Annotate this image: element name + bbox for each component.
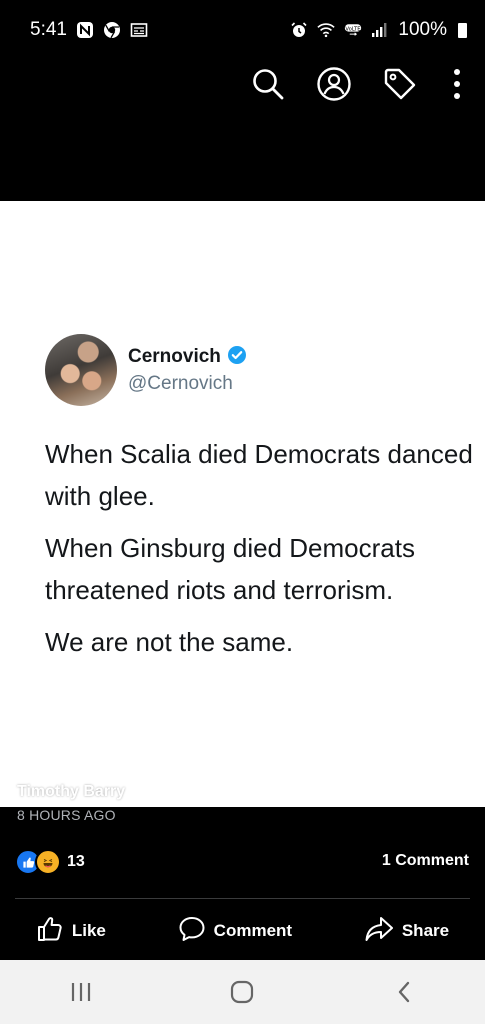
post-author-name[interactable]: Timothy Barry bbox=[17, 783, 125, 801]
tweet-body: When Scalia died Democrats danced with g… bbox=[45, 433, 475, 673]
reaction-count: 13 bbox=[67, 853, 85, 870]
status-bar: 5:41 VoLTE 100% bbox=[0, 0, 485, 60]
reactions-summary[interactable]: 13 bbox=[15, 849, 85, 875]
tweet-name-row: Cernovich bbox=[128, 345, 247, 370]
volte-icon: VoLTE bbox=[344, 21, 362, 39]
post-timestamp: 8 HOURS AGO bbox=[17, 807, 116, 823]
comment-label: Comment bbox=[213, 921, 293, 940]
alarm-icon bbox=[290, 21, 308, 39]
comment-bubble-icon bbox=[178, 915, 206, 948]
news-icon bbox=[130, 21, 148, 39]
tweet-header: Cernovich @Cernovich bbox=[45, 334, 247, 406]
home-icon[interactable] bbox=[212, 967, 272, 1017]
status-left: 5:41 bbox=[30, 19, 148, 41]
share-arrow-icon bbox=[364, 915, 394, 948]
profile-icon[interactable] bbox=[315, 65, 353, 103]
wifi-icon bbox=[317, 21, 336, 39]
share-label: Share bbox=[401, 921, 450, 940]
tweet-line: When Scalia died Democrats danced with g… bbox=[45, 439, 473, 511]
tweet-display-name: Cernovich bbox=[128, 345, 221, 367]
post-action-row: Like Comment Share bbox=[0, 912, 485, 950]
signal-icon bbox=[371, 21, 389, 39]
tag-icon[interactable] bbox=[381, 65, 419, 103]
post-photo[interactable]: Cernovich @Cernovich When Scalia died De… bbox=[0, 201, 485, 807]
comment-button[interactable]: Comment bbox=[178, 915, 292, 948]
search-icon[interactable] bbox=[249, 65, 287, 103]
status-right: VoLTE 100% bbox=[290, 19, 467, 41]
system-nav-bar bbox=[0, 960, 485, 1024]
photo-actions-bar bbox=[249, 64, 467, 104]
share-button[interactable]: Share bbox=[364, 915, 449, 948]
status-time: 5:41 bbox=[30, 19, 67, 40]
comment-count-link[interactable]: 1 Comment bbox=[382, 852, 469, 870]
chrome-icon bbox=[103, 21, 121, 39]
tweet-names: Cernovich @Cernovich bbox=[128, 345, 247, 396]
thumbs-up-icon bbox=[36, 915, 64, 948]
divider bbox=[15, 898, 470, 899]
svg-text:VoLTE: VoLTE bbox=[346, 26, 362, 32]
tweet-line: When Ginsburg died Democrats threatened … bbox=[45, 533, 415, 605]
more-options-icon[interactable] bbox=[447, 65, 467, 103]
tweet-avatar bbox=[45, 334, 117, 406]
verified-badge-icon bbox=[227, 345, 247, 370]
tweet-handle: @Cernovich bbox=[128, 372, 233, 394]
battery-icon bbox=[458, 22, 467, 38]
n-app-icon bbox=[76, 21, 94, 39]
recent-apps-icon[interactable] bbox=[51, 967, 111, 1017]
tweet-line: We are not the same. bbox=[45, 627, 294, 657]
like-label: Like bbox=[71, 921, 106, 940]
like-button[interactable]: Like bbox=[36, 915, 106, 948]
haha-reaction-icon bbox=[35, 849, 61, 875]
back-icon[interactable] bbox=[374, 967, 434, 1017]
battery-percent: 100% bbox=[398, 19, 447, 40]
